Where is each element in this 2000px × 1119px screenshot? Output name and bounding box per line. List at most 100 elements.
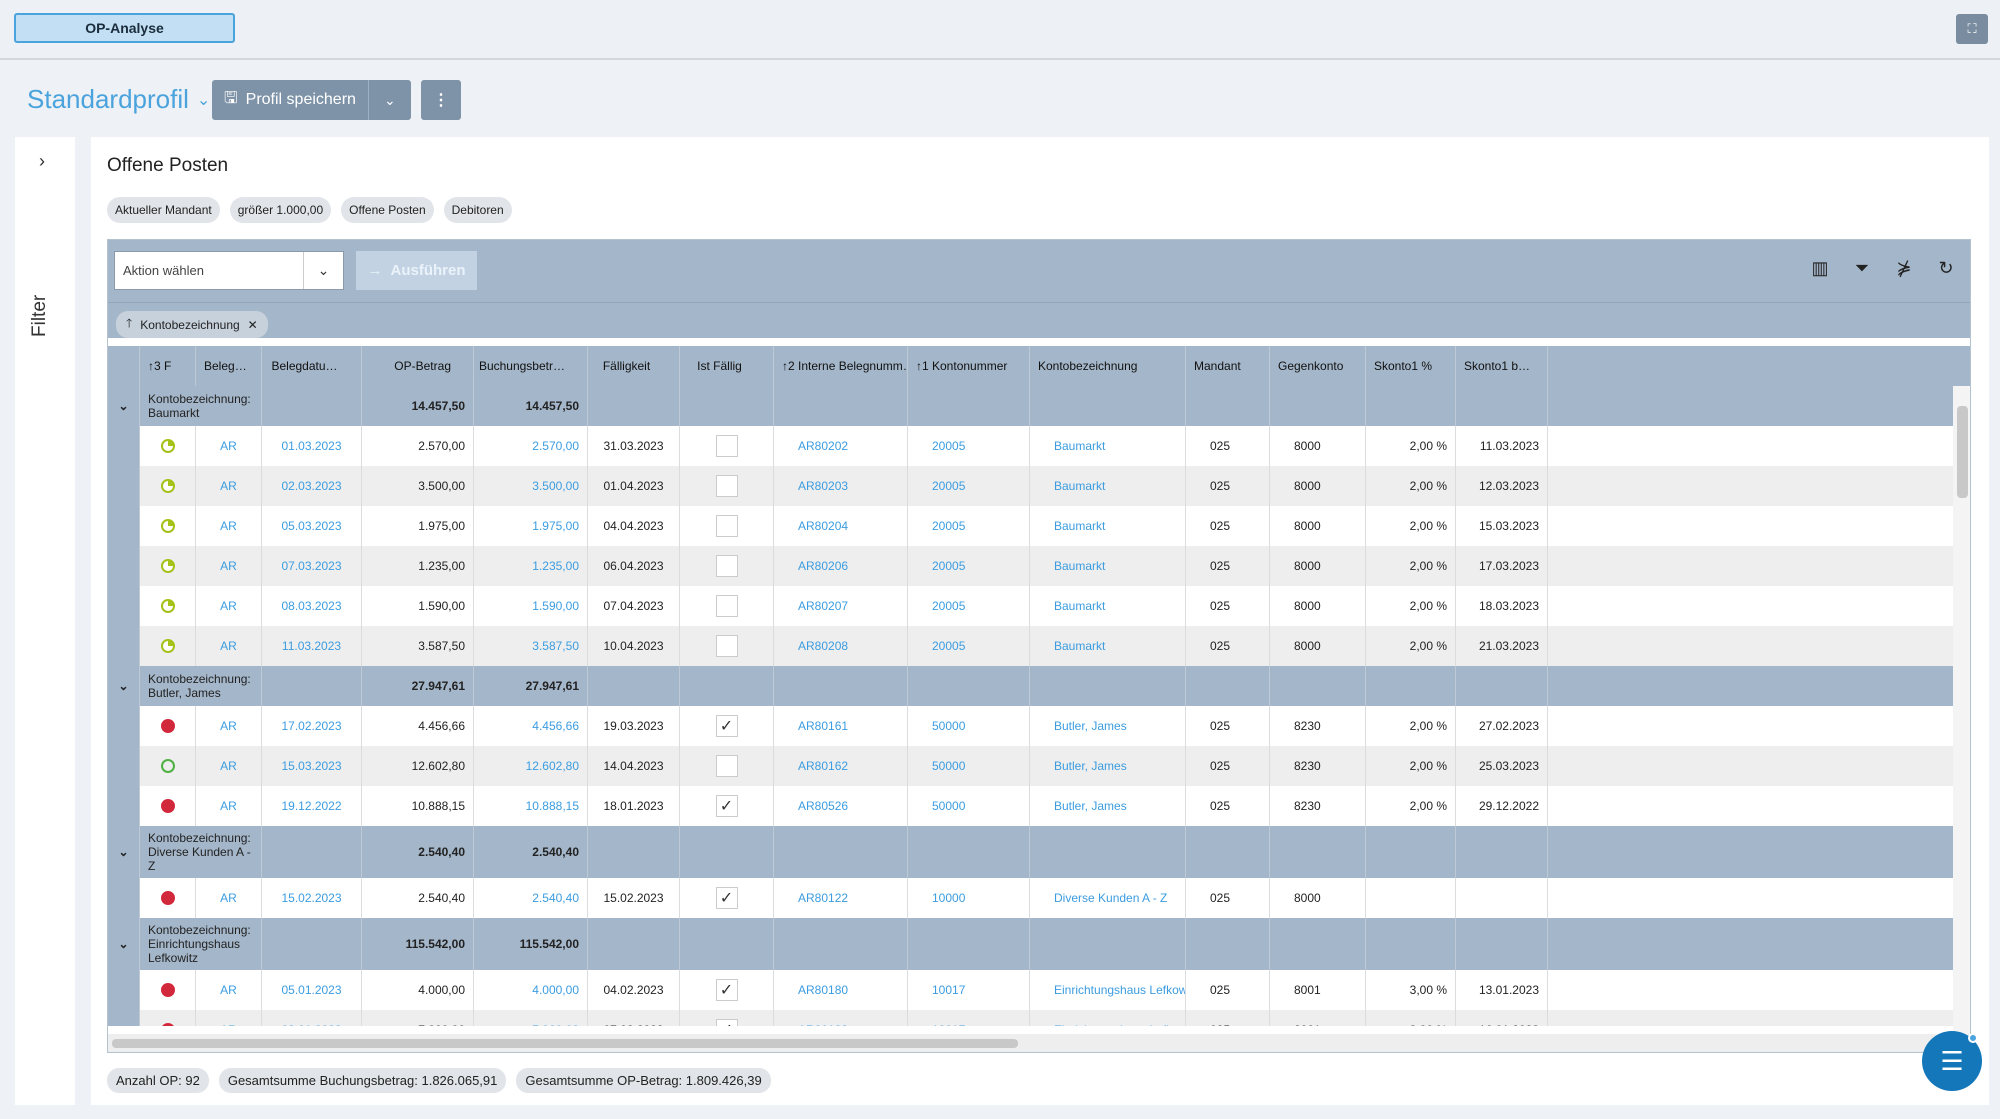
cell-art[interactable]: AR <box>220 519 237 533</box>
ist-faellig-checkbox[interactable] <box>715 555 738 577</box>
column-header[interactable]: ↑3 F <box>140 346 196 386</box>
cell-datum[interactable]: 15.02.2023 <box>281 891 341 905</box>
cell-beleg[interactable]: AR80208 <box>798 639 848 653</box>
cell-art[interactable]: AR <box>220 559 237 573</box>
ist-faellig-checkbox[interactable] <box>715 475 738 497</box>
column-header[interactable]: Fälligkeit <box>588 346 680 386</box>
chevron-down-icon[interactable]: ⌄ <box>118 399 128 413</box>
column-header[interactable]: Ist Fällig <box>680 346 774 386</box>
run-button[interactable]: → Ausführen <box>356 251 477 290</box>
cell-konto[interactable]: 20005 <box>932 439 965 453</box>
columns-icon[interactable]: ▥ <box>1808 258 1832 279</box>
filter-chip[interactable]: größer 1.000,00 <box>229 197 332 223</box>
chevron-down-icon[interactable]: ⌄ <box>118 679 128 693</box>
tab-op-analyse[interactable]: OP-Analyse <box>14 13 235 43</box>
filter-label[interactable]: Filter <box>29 295 51 337</box>
cell-datum[interactable]: 19.12.2022 <box>281 799 341 813</box>
cell-bez[interactable]: Einrichtungshaus Lefkowitz <box>1054 983 1185 997</box>
column-header[interactable]: ↑1 Kontonummer <box>908 346 1030 386</box>
horizontal-scrollbar[interactable] <box>108 1034 1970 1052</box>
cell-konto[interactable]: 50000 <box>932 719 965 733</box>
cell-bez[interactable]: Baumarkt <box>1054 479 1105 493</box>
table-row[interactable]: AR 01.03.2023 2.570,00 2.570,00 31.03.2023 AR… <box>108 426 1970 466</box>
group-row[interactable]: ⌄ Kontobezeichnung: Einrichtungshaus Lefk… <box>108 918 1970 970</box>
cell-bez[interactable]: Butler, James <box>1054 719 1127 733</box>
ist-faellig-checkbox[interactable] <box>715 435 738 457</box>
cell-konto[interactable]: 10000 <box>932 891 965 905</box>
profile-selector[interactable]: Standardprofil ⌄ <box>27 84 210 115</box>
cell-konto[interactable]: 20005 <box>932 479 965 493</box>
more-options-button[interactable]: ⋮ <box>421 80 461 120</box>
cell-beleg[interactable]: AR80526 <box>798 799 848 813</box>
cell-datum[interactable]: 15.03.2023 <box>281 759 341 773</box>
refresh-icon[interactable]: ↻ <box>1934 258 1958 279</box>
column-header[interactable]: Kontobezeichnung <box>1030 346 1186 386</box>
cell-bez[interactable]: Einrichtungshaus Lefkowitz <box>1054 1023 1185 1026</box>
table-row[interactable]: AR 05.01.2023 4.000,00 4.000,00 04.02.2023 ✓ A… <box>108 970 1970 1010</box>
cell-konto[interactable]: 20005 <box>932 599 965 613</box>
ist-faellig-checkbox[interactable] <box>715 635 738 657</box>
cell-buch[interactable]: 1.235,00 <box>532 559 579 573</box>
save-profile-dropdown[interactable]: ⌄ <box>368 80 411 120</box>
ist-faellig-checkbox[interactable] <box>715 755 738 777</box>
cell-beleg[interactable]: AR80206 <box>798 559 848 573</box>
cell-datum[interactable]: 08.03.2023 <box>281 599 341 613</box>
cell-art[interactable]: AR <box>220 891 237 905</box>
filter-panel[interactable]: › Filter <box>15 137 75 1105</box>
cell-art[interactable]: AR <box>220 719 237 733</box>
profile-title[interactable]: Standardprofil <box>27 84 189 115</box>
cell-datum[interactable]: 08.01.2023 <box>281 1023 341 1026</box>
cell-konto[interactable]: 50000 <box>932 799 965 813</box>
group-row[interactable]: ⌄ Kontobezeichnung: Butler, James 27.947,6… <box>108 666 1970 706</box>
cell-bez[interactable]: Baumarkt <box>1054 439 1105 453</box>
cell-beleg[interactable]: AR80180 <box>798 983 848 997</box>
cell-buch[interactable]: 1.590,00 <box>532 599 579 613</box>
column-header[interactable]: ↑2 Interne Belegnumm… <box>774 346 908 386</box>
cell-bez[interactable]: Baumarkt <box>1054 519 1105 533</box>
vertical-scrollbar[interactable] <box>1953 386 1970 1034</box>
vertical-scroll-thumb[interactable] <box>1957 406 1968 498</box>
cell-bez[interactable]: Baumarkt <box>1054 599 1105 613</box>
column-header[interactable]: Mandant <box>1186 346 1270 386</box>
checked-checkbox[interactable]: ✓ <box>715 1019 738 1026</box>
cell-buch[interactable]: 12.602,80 <box>526 759 579 773</box>
filter-icon[interactable]: ⏷ <box>1850 258 1874 279</box>
table-row[interactable]: AR 19.12.2022 10.888,15 10.888,15 18.01.2023… <box>108 786 1970 826</box>
horizontal-scroll-thumb[interactable] <box>112 1039 1018 1048</box>
cell-buch[interactable]: 1.975,00 <box>532 519 579 533</box>
cell-beleg[interactable]: AR80204 <box>798 519 848 533</box>
cell-buch[interactable]: 4.456,66 <box>532 719 579 733</box>
table-row[interactable]: AR 08.01.2023 7.000,00 7.000,00 07.02.2023 ✓ A… <box>108 1010 1970 1026</box>
cell-beleg[interactable]: AR80161 <box>798 719 848 733</box>
cell-buch[interactable]: 10.888,15 <box>526 799 579 813</box>
filter-chip[interactable]: Aktueller Mandant <box>107 197 220 223</box>
cell-konto[interactable]: 20005 <box>932 559 965 573</box>
cell-beleg[interactable]: AR80203 <box>798 479 848 493</box>
filter-chip[interactable]: Debitoren <box>443 197 512 223</box>
cell-beleg[interactable]: AR80202 <box>798 439 848 453</box>
cell-art[interactable]: AR <box>220 639 237 653</box>
action-select[interactable]: Aktion wählen ⌄ <box>114 251 344 290</box>
clear-filter-icon[interactable]: ⋡ <box>1892 258 1916 279</box>
close-icon[interactable]: ✕ <box>248 318 258 332</box>
cell-bez[interactable]: Diverse Kunden A - Z <box>1054 891 1167 905</box>
cell-datum[interactable]: 11.03.2023 <box>282 639 341 653</box>
cell-bez[interactable]: Butler, James <box>1054 759 1127 773</box>
cell-buch[interactable]: 3.500,00 <box>532 479 579 493</box>
cell-buch[interactable]: 2.540,40 <box>532 891 579 905</box>
table-row[interactable]: AR 17.02.2023 4.456,66 4.456,66 19.03.2023 ✓ A… <box>108 706 1970 746</box>
cell-buch[interactable]: 7.000,00 <box>532 1023 579 1026</box>
chevron-down-icon[interactable]: ⌄ <box>118 845 128 859</box>
cell-konto[interactable]: 10017 <box>932 1023 965 1026</box>
cell-art[interactable]: AR <box>220 439 237 453</box>
checked-checkbox[interactable]: ✓ <box>715 979 738 1001</box>
cell-buch[interactable]: 2.570,00 <box>532 439 579 453</box>
checked-checkbox[interactable]: ✓ <box>715 795 738 817</box>
cell-beleg[interactable]: AR80183 <box>798 1023 848 1026</box>
group-chip[interactable]: 🡑 Kontobezeichnung ✕ <box>116 311 268 338</box>
cell-konto[interactable]: 10017 <box>932 983 965 997</box>
cell-buch[interactable]: 3.587,50 <box>532 639 579 653</box>
cell-datum[interactable]: 02.03.2023 <box>281 479 341 493</box>
column-header[interactable]: OP-Betrag <box>362 346 474 386</box>
table-row[interactable]: AR 08.03.2023 1.590,00 1.590,00 07.04.2023 AR… <box>108 586 1970 626</box>
